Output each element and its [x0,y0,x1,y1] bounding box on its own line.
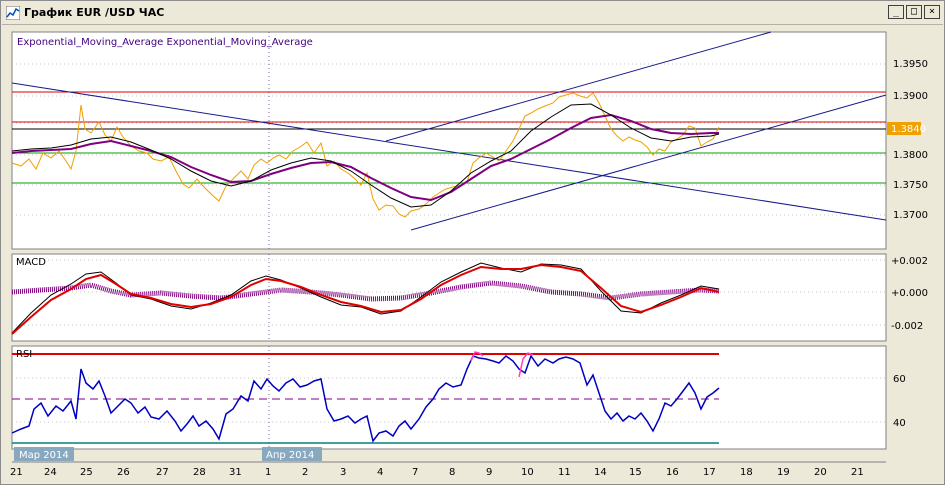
x-label-15: 11 [558,467,571,478]
macd-tick-2: +0.000 [891,288,928,299]
month-badge-march-label: Мар 2014 [19,450,69,461]
x-label-13: 9 [486,467,492,478]
price-tick-4: 1.3750 [893,180,928,191]
x-label-3: 26 [117,467,130,478]
x-label-5: 28 [193,467,206,478]
x-label-0: 21 [10,467,23,478]
x-label-18: 16 [666,467,679,478]
price-panel[interactable]: 1.3840 Exponential_Moving_Average Expone… [11,31,928,250]
chart-window: График EUR /USD ЧАС _ □ × 1.3840 Exponen… [0,0,945,485]
close-button[interactable]: × [924,5,940,19]
macd-tick-3: -0.002 [891,321,923,332]
x-label-1: 24 [44,467,57,478]
x-label-22: 20 [814,467,827,478]
x-label-11: 7 [412,467,418,478]
x-label-19: 17 [703,467,716,478]
indicator-legend: Exponential_Moving_Average Exponential_M… [17,37,313,48]
macd-panel[interactable]: MACD +0.002 +0.000 -0.002 [11,253,928,342]
rsi-panel-frame [11,345,887,450]
x-label-9: 3 [340,467,346,478]
x-label-14: 10 [521,467,534,478]
x-label-2: 25 [80,467,93,478]
rsi-tick-3: 40 [893,418,906,429]
chart-app-icon [6,6,20,20]
rsi-label: RSI [16,349,32,360]
price-tick-1: 1.3950 [893,59,928,70]
x-label-4: 27 [156,467,169,478]
x-axis: 21 24 25 26 27 28 31 1 2 3 4 7 8 9 10 11… [10,461,886,478]
price-tick-3: 1.3800 [893,150,928,161]
x-label-10: 4 [377,467,383,478]
x-label-12: 8 [449,467,455,478]
chart-canvas[interactable]: 1.3840 Exponential_Moving_Average Expone… [1,25,944,485]
maximize-button[interactable]: □ [906,5,922,19]
x-label-21: 19 [777,467,790,478]
title-bar: График EUR /USD ЧАС _ □ × [2,2,943,25]
rsi-panel[interactable]: RSI 60 50 40 [11,345,906,450]
rsi-tick-1: 60 [893,374,906,385]
x-label-7: 1 [265,467,271,478]
price-tick-5: 1.3700 [893,210,928,221]
x-label-17: 15 [629,467,642,478]
price-panel-frame [11,31,887,250]
x-label-16: 14 [594,467,607,478]
month-badge-april-label: Апр 2014 [266,450,314,461]
current-price-label: 1.3840 [891,124,926,135]
macd-tick-1: +0.002 [891,256,928,267]
x-label-23: 21 [851,467,864,478]
price-tick-2: 1.3900 [893,91,928,102]
x-label-20: 18 [740,467,753,478]
macd-label: MACD [16,257,46,268]
x-label-8: 2 [302,467,308,478]
x-label-6: 31 [229,467,242,478]
window-title: График EUR /USD ЧАС [24,6,165,19]
minimize-button[interactable]: _ [888,5,904,19]
